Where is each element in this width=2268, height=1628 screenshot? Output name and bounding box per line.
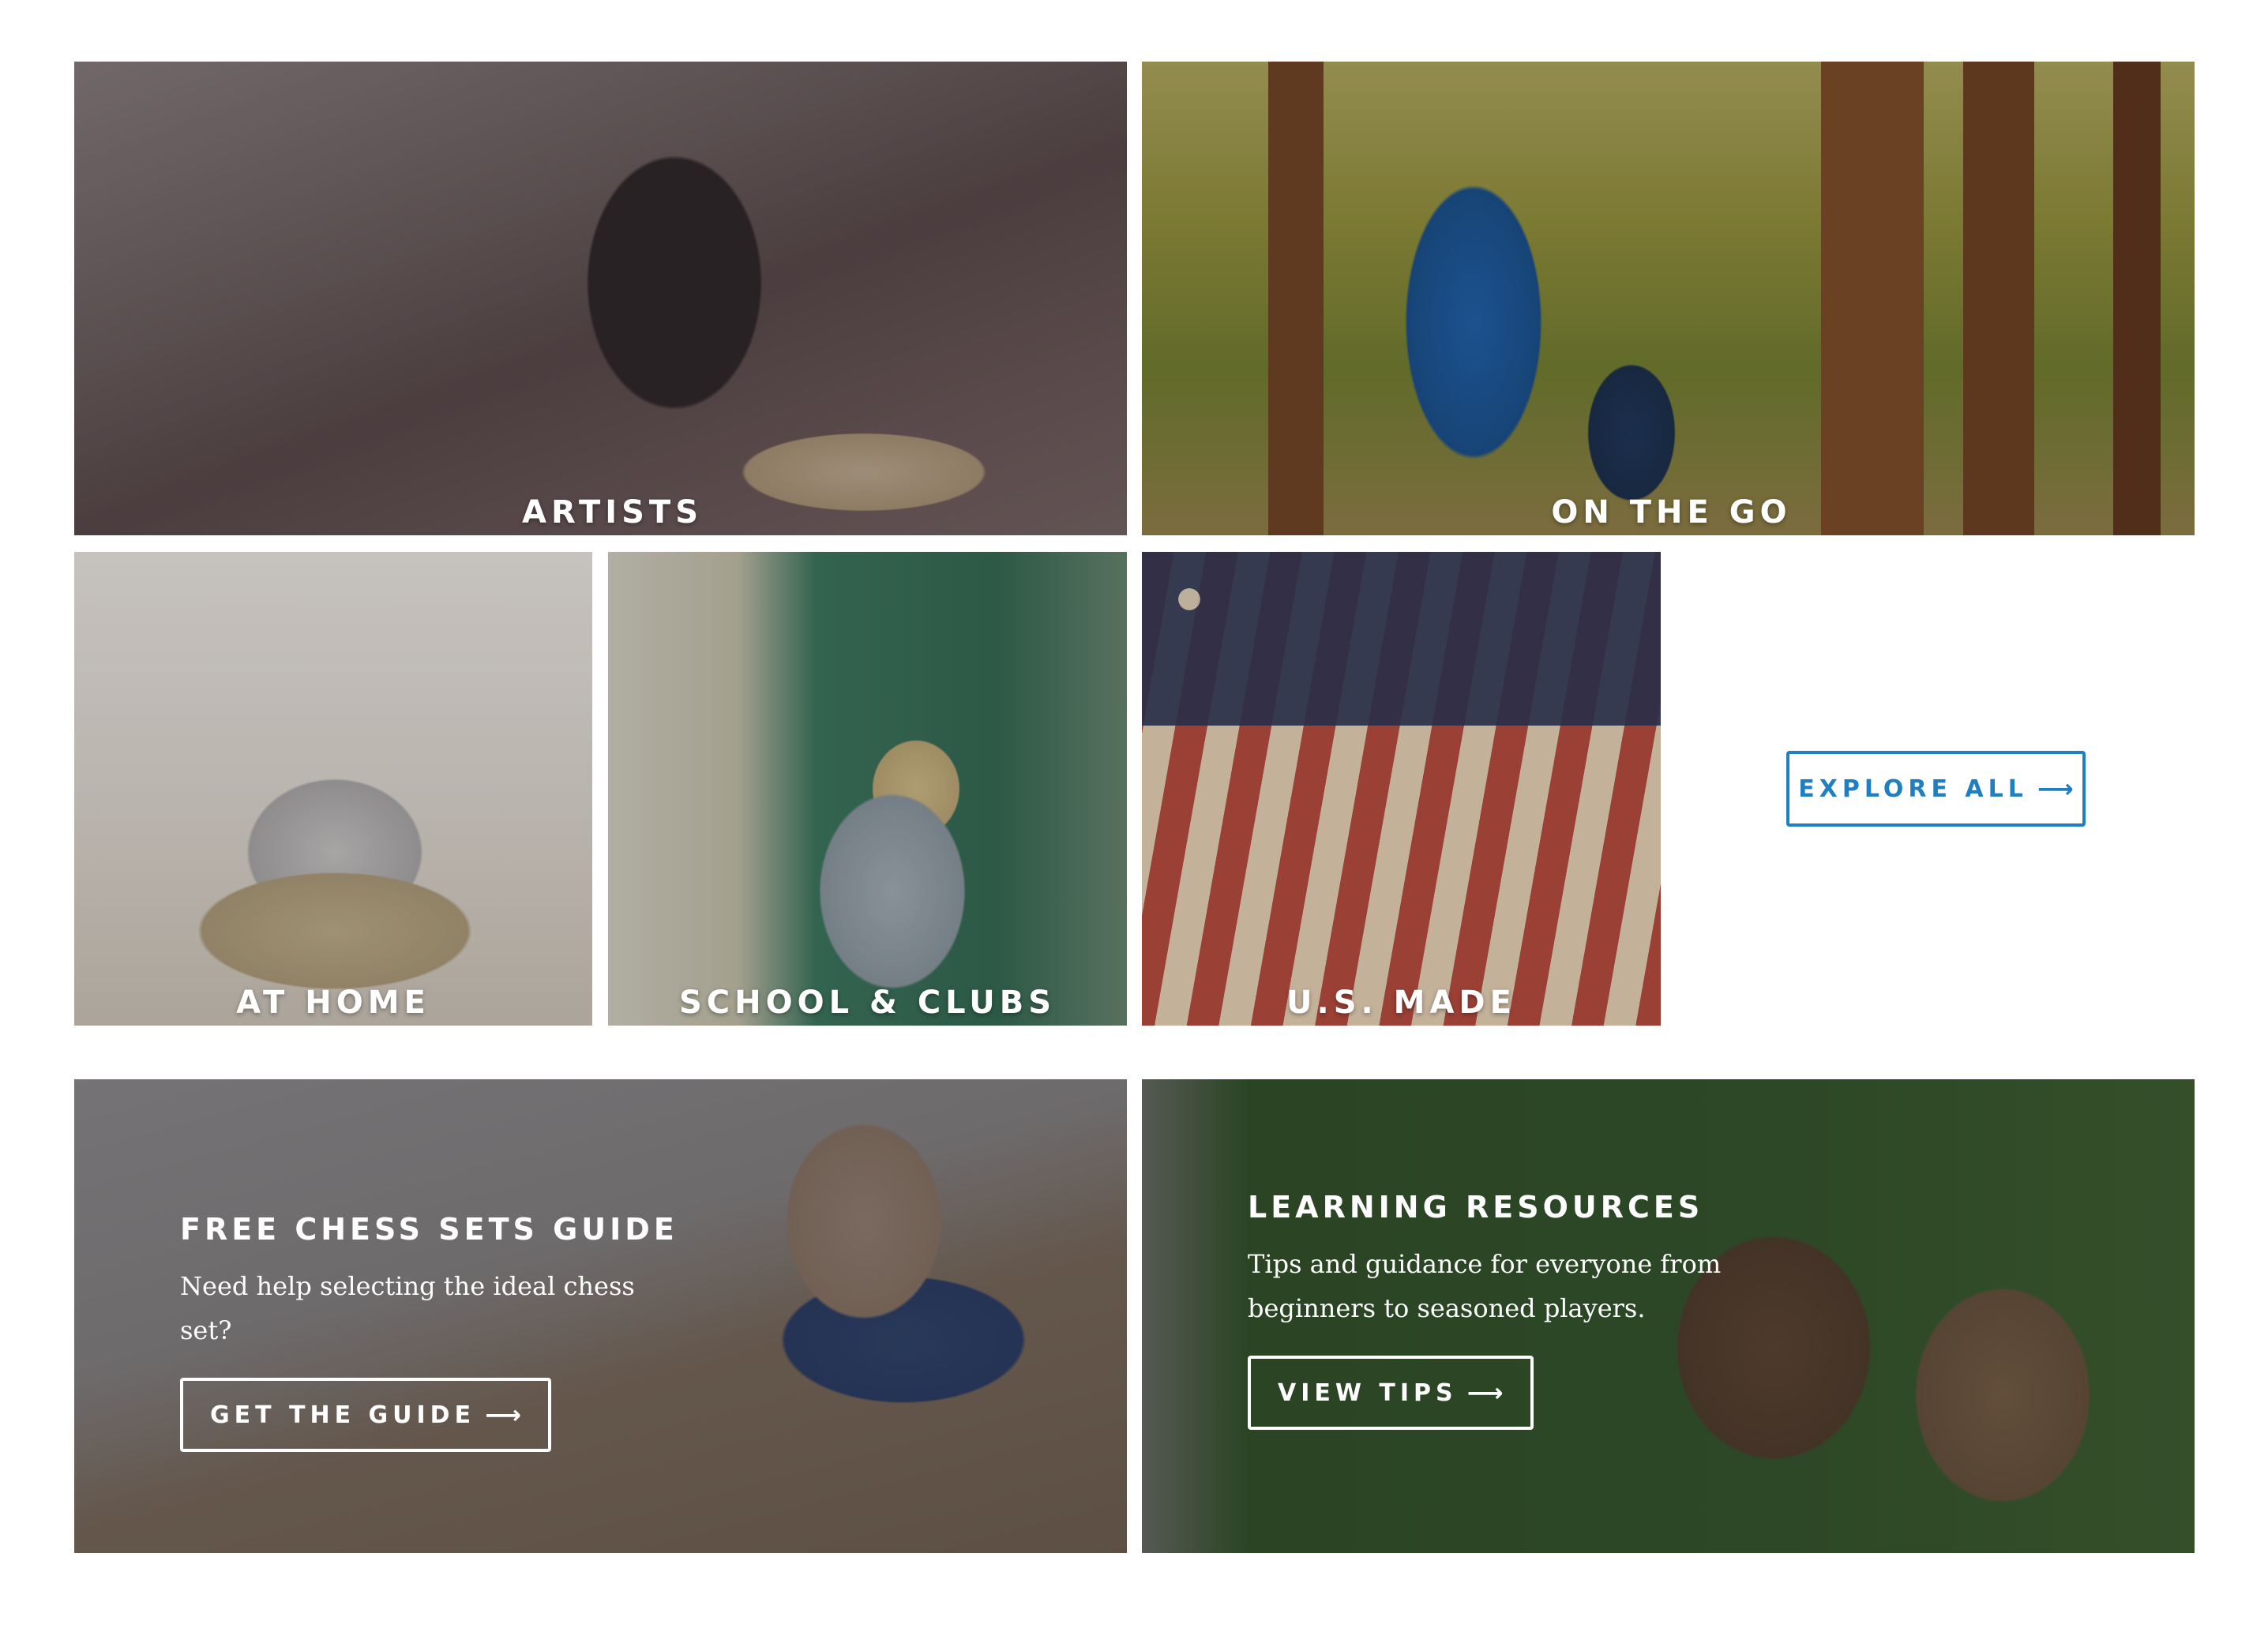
- arrow-right-icon: ⟶: [2037, 774, 2074, 804]
- get-the-guide-label: GET THE GUIDE: [210, 1401, 476, 1429]
- promo-content: LEARNING RESOURCES Tips and guidance for…: [1248, 1190, 1737, 1430]
- arrow-right-icon: ⟶: [485, 1400, 521, 1430]
- explore-all-label: EXPLORE ALL: [1798, 775, 2028, 803]
- promo-description: Need help selecting the ideal chess set?: [180, 1271, 635, 1345]
- get-the-guide-button[interactable]: GET THE GUIDE ⟶: [180, 1378, 551, 1452]
- category-label-at-home: AT HOME: [236, 985, 430, 1021]
- view-tips-button[interactable]: VIEW TIPS ⟶: [1248, 1356, 1534, 1430]
- category-tile-on-the-go[interactable]: ON THE GO: [1142, 62, 2195, 535]
- category-label-us-made: U.S. MADE: [1286, 985, 1516, 1021]
- category-tile-at-home[interactable]: AT HOME: [74, 552, 592, 1026]
- view-tips-label: VIEW TIPS: [1278, 1379, 1458, 1407]
- promo-description: Tips and guidance for everyone from begi…: [1248, 1249, 1722, 1323]
- promo-chess-sets-guide: FREE CHESS SETS GUIDE Need help selectin…: [74, 1079, 1127, 1553]
- explore-all-button[interactable]: EXPLORE ALL ⟶: [1786, 751, 2086, 827]
- category-tile-school-clubs[interactable]: SCHOOL & CLUBS: [608, 552, 1127, 1026]
- arrow-right-icon: ⟶: [1466, 1378, 1504, 1408]
- category-tile-us-made[interactable]: U.S. MADE: [1142, 552, 1661, 1026]
- category-label-on-the-go: ON THE GO: [1551, 494, 1792, 531]
- promo-learning-resources: LEARNING RESOURCES Tips and guidance for…: [1142, 1079, 2195, 1553]
- category-label-school-clubs: SCHOOL & CLUBS: [678, 985, 1057, 1021]
- promo-content: FREE CHESS SETS GUIDE Need help selectin…: [180, 1212, 678, 1452]
- promo-title: LEARNING RESOURCES: [1248, 1190, 1704, 1225]
- category-label-artists: ARTISTS: [521, 494, 704, 531]
- category-tile-artists[interactable]: ARTISTS: [74, 62, 1127, 535]
- promo-title: FREE CHESS SETS GUIDE: [180, 1212, 678, 1247]
